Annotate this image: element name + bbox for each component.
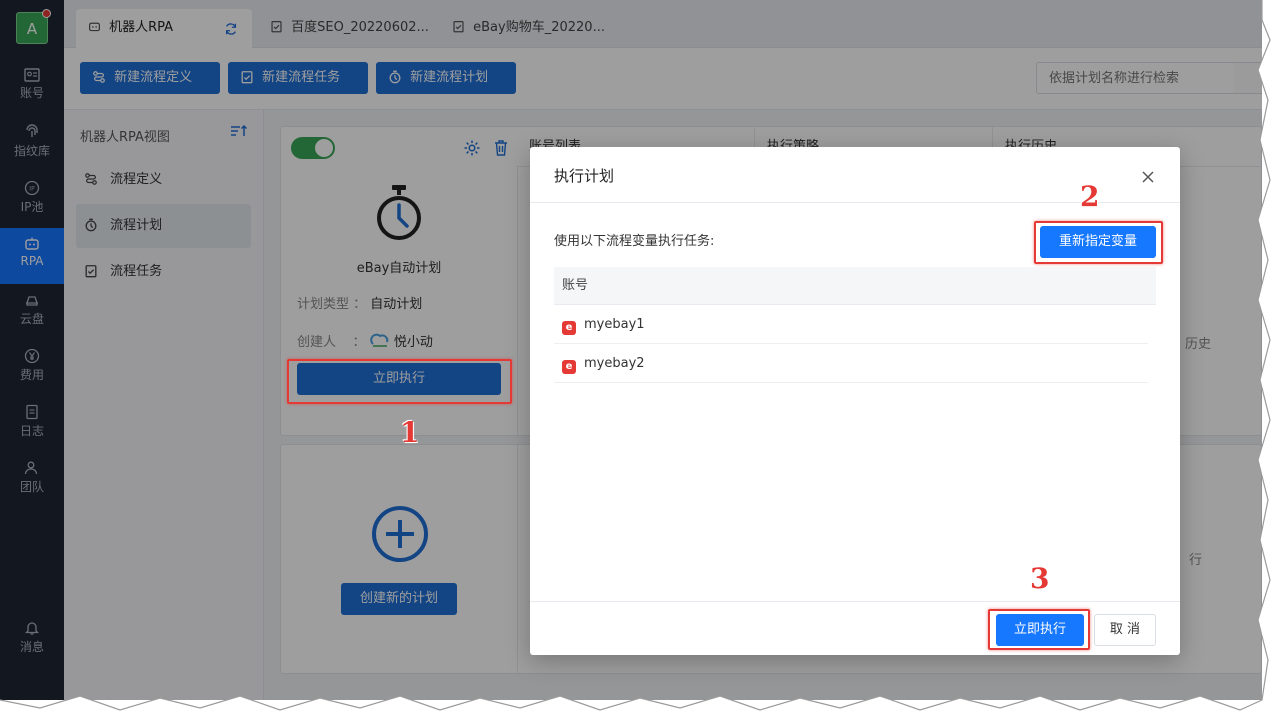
- torn-edge-decoration: [0, 0, 1279, 720]
